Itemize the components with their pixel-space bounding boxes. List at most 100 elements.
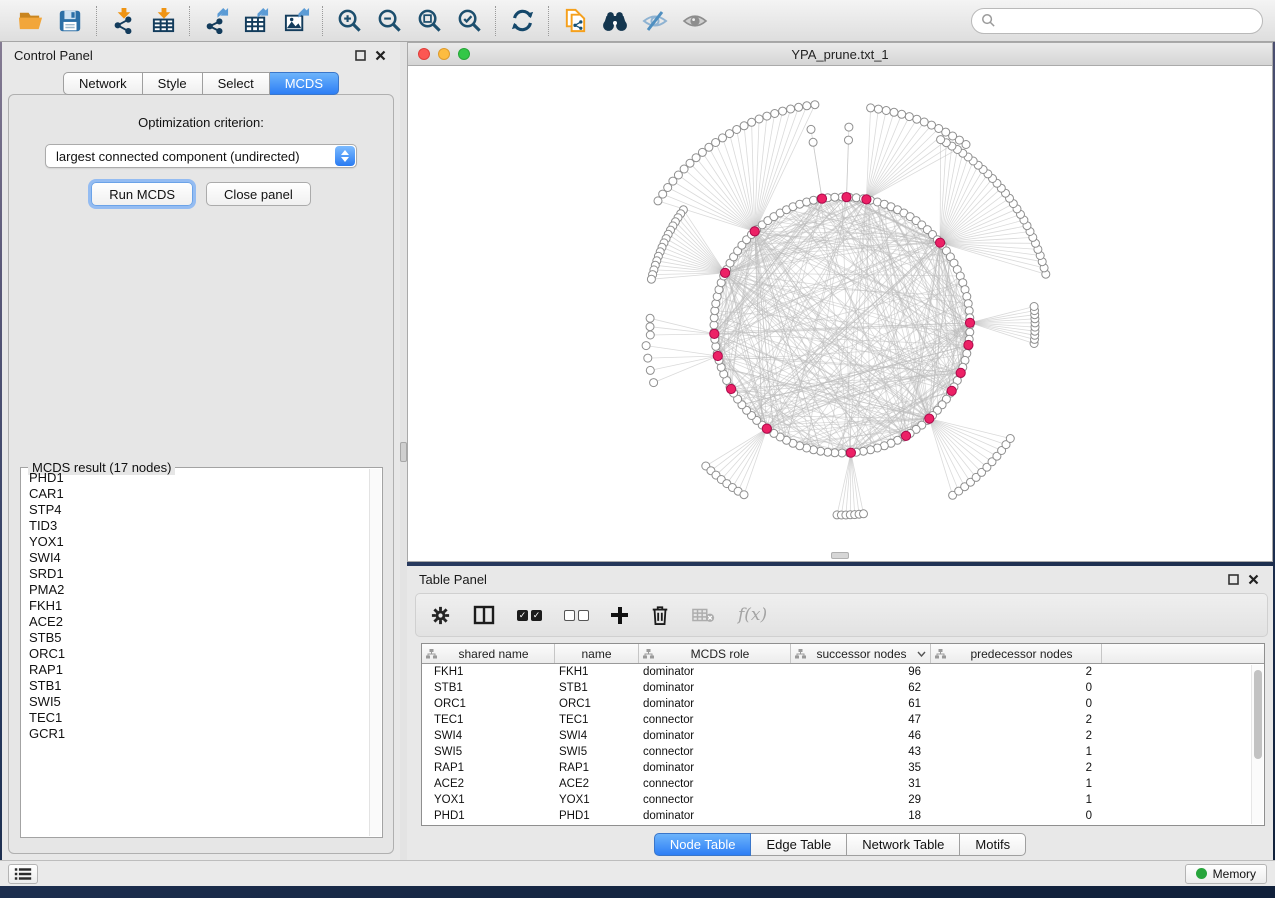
- splitter-handle[interactable]: [400, 442, 407, 462]
- show-all-button[interactable]: [675, 3, 715, 39]
- binoculars-button[interactable]: [595, 3, 635, 39]
- tab-node-table[interactable]: Node Table: [654, 833, 752, 856]
- tab-mcds[interactable]: MCDS: [270, 72, 339, 95]
- zoom-fit-button[interactable]: [409, 3, 449, 39]
- table-panel-tabs: Node TableEdge TableNetwork TableMotifs: [654, 833, 1026, 856]
- criterion-select[interactable]: largest connected component (undirected): [45, 144, 357, 168]
- main-toolbar: [0, 0, 1275, 42]
- table-row[interactable]: ACE2ACE2connector311: [422, 776, 1264, 792]
- mcds-result-item[interactable]: STB5: [23, 630, 368, 646]
- zoom-in-icon: [336, 7, 363, 34]
- float-panel-button[interactable]: [352, 47, 368, 63]
- mcds-result-list[interactable]: PHD1CAR1STP4TID3YOX1SWI4SRD1PMA2FKH1ACE2…: [23, 470, 368, 835]
- cell-MCDS-role: connector: [639, 792, 791, 808]
- select-all-button[interactable]: ✓ ✓: [517, 602, 542, 628]
- task-history-button[interactable]: [8, 864, 38, 884]
- table-row[interactable]: YOX1YOX1connector291: [422, 792, 1264, 808]
- columns-icon: [473, 605, 495, 625]
- delete-button[interactable]: [650, 602, 670, 628]
- mcds-result-item[interactable]: TEC1: [23, 710, 368, 726]
- export-network-button[interactable]: [196, 3, 236, 39]
- table-row[interactable]: TEC1TEC1connector472: [422, 712, 1264, 728]
- tab-motifs[interactable]: Motifs: [960, 833, 1026, 856]
- table-row[interactable]: RAP1RAP1dominator352: [422, 760, 1264, 776]
- mcds-result-item[interactable]: STB1: [23, 678, 368, 694]
- control-panel-title: Control Panel: [14, 48, 93, 63]
- network-window-title: YPA_prune.txt_1: [408, 47, 1272, 62]
- tab-edge-table[interactable]: Edge Table: [751, 833, 847, 856]
- mcds-result-item[interactable]: RAP1: [23, 662, 368, 678]
- memory-button[interactable]: Memory: [1185, 864, 1267, 884]
- mcds-result-item[interactable]: YOX1: [23, 534, 368, 550]
- tab-select[interactable]: Select: [203, 72, 270, 95]
- column-header-successor-nodes[interactable]: successor nodes: [791, 644, 931, 663]
- table-settings-button[interactable]: [430, 602, 451, 628]
- open-file-button[interactable]: [10, 3, 50, 39]
- cell-MCDS-role: connector: [639, 712, 791, 728]
- table-row[interactable]: SWI4SWI4dominator462: [422, 728, 1264, 744]
- tab-network[interactable]: Network: [63, 72, 143, 95]
- tab-style[interactable]: Style: [143, 72, 203, 95]
- add-row-button[interactable]: [611, 602, 628, 628]
- refresh-button[interactable]: [502, 3, 542, 39]
- mcds-list-scrollbar[interactable]: [369, 469, 381, 836]
- mcds-result-item[interactable]: SWI5: [23, 694, 368, 710]
- mcds-result-item[interactable]: GCR1: [23, 726, 368, 742]
- mcds-result-item[interactable]: CAR1: [23, 486, 368, 502]
- table-row[interactable]: FKH1FKH1dominator962: [422, 664, 1264, 680]
- export-image-button[interactable]: [276, 3, 316, 39]
- deselect-all-button[interactable]: [564, 602, 589, 628]
- table-scrollbar[interactable]: [1251, 665, 1263, 824]
- column-header-predecessor-nodes[interactable]: predecessor nodes: [931, 644, 1102, 663]
- memory-button-label: Memory: [1213, 867, 1256, 881]
- table-row[interactable]: STB1STB1dominator620: [422, 680, 1264, 696]
- mcds-result-item[interactable]: FKH1: [23, 598, 368, 614]
- zoom-in-button[interactable]: [329, 3, 369, 39]
- mcds-result-item[interactable]: STP4: [23, 502, 368, 518]
- delete-table-button-disabled: [692, 602, 716, 628]
- search-field[interactable]: [971, 8, 1263, 34]
- column-header-shared-name[interactable]: shared name: [422, 644, 555, 663]
- hide-selected-button[interactable]: [635, 3, 675, 39]
- table-row[interactable]: PHD1PHD1dominator180: [422, 808, 1264, 824]
- cell-name: TEC1: [555, 712, 639, 728]
- scrollbar-thumb[interactable]: [1254, 670, 1262, 759]
- show-columns-button[interactable]: [473, 602, 495, 628]
- network-canvas[interactable]: [408, 66, 1272, 561]
- toolbar-separator: [548, 6, 549, 36]
- cell-shared-name: TEC1: [422, 712, 555, 728]
- save-button[interactable]: [50, 3, 90, 39]
- export-table-button[interactable]: [236, 3, 276, 39]
- import-network-button[interactable]: [103, 3, 143, 39]
- close-table-panel-button[interactable]: [1245, 571, 1261, 587]
- mcds-result-item[interactable]: ACE2: [23, 614, 368, 630]
- column-header-MCDS-role[interactable]: MCDS role: [639, 644, 791, 663]
- cell-MCDS-role: dominator: [639, 808, 791, 824]
- search-icon: [981, 13, 996, 28]
- mcds-result-item[interactable]: SWI4: [23, 550, 368, 566]
- mcds-result-item[interactable]: PHD1: [23, 470, 368, 486]
- vertical-splitter[interactable]: [400, 42, 407, 860]
- horizontal-splitter-handle[interactable]: [831, 552, 849, 559]
- close-panel-button[interactable]: [372, 47, 388, 63]
- mcds-result-item[interactable]: TID3: [23, 518, 368, 534]
- search-input[interactable]: [996, 14, 1253, 28]
- mcds-result-item[interactable]: SRD1: [23, 566, 368, 582]
- float-table-panel-button[interactable]: [1225, 571, 1241, 587]
- run-mcds-button[interactable]: Run MCDS: [91, 182, 193, 206]
- table-row[interactable]: ORC1ORC1dominator610: [422, 696, 1264, 712]
- cell-name: ORC1: [555, 696, 639, 712]
- column-header-name[interactable]: name: [555, 644, 639, 663]
- close-panel-action-button[interactable]: Close panel: [206, 182, 311, 206]
- new-network-from-selection-button[interactable]: [555, 3, 595, 39]
- mcds-result-item[interactable]: PMA2: [23, 582, 368, 598]
- zoom-out-button[interactable]: [369, 3, 409, 39]
- tab-network-table[interactable]: Network Table: [847, 833, 960, 856]
- network-window-titlebar[interactable]: YPA_prune.txt_1: [408, 43, 1272, 66]
- import-table-button[interactable]: [143, 3, 183, 39]
- zoom-selected-button[interactable]: [449, 3, 489, 39]
- table-row[interactable]: SWI5SWI5connector431: [422, 744, 1264, 760]
- cell-predecessor-nodes: 2: [931, 664, 1102, 680]
- mcds-result-item[interactable]: ORC1: [23, 646, 368, 662]
- cell-shared-name: YOX1: [422, 792, 555, 808]
